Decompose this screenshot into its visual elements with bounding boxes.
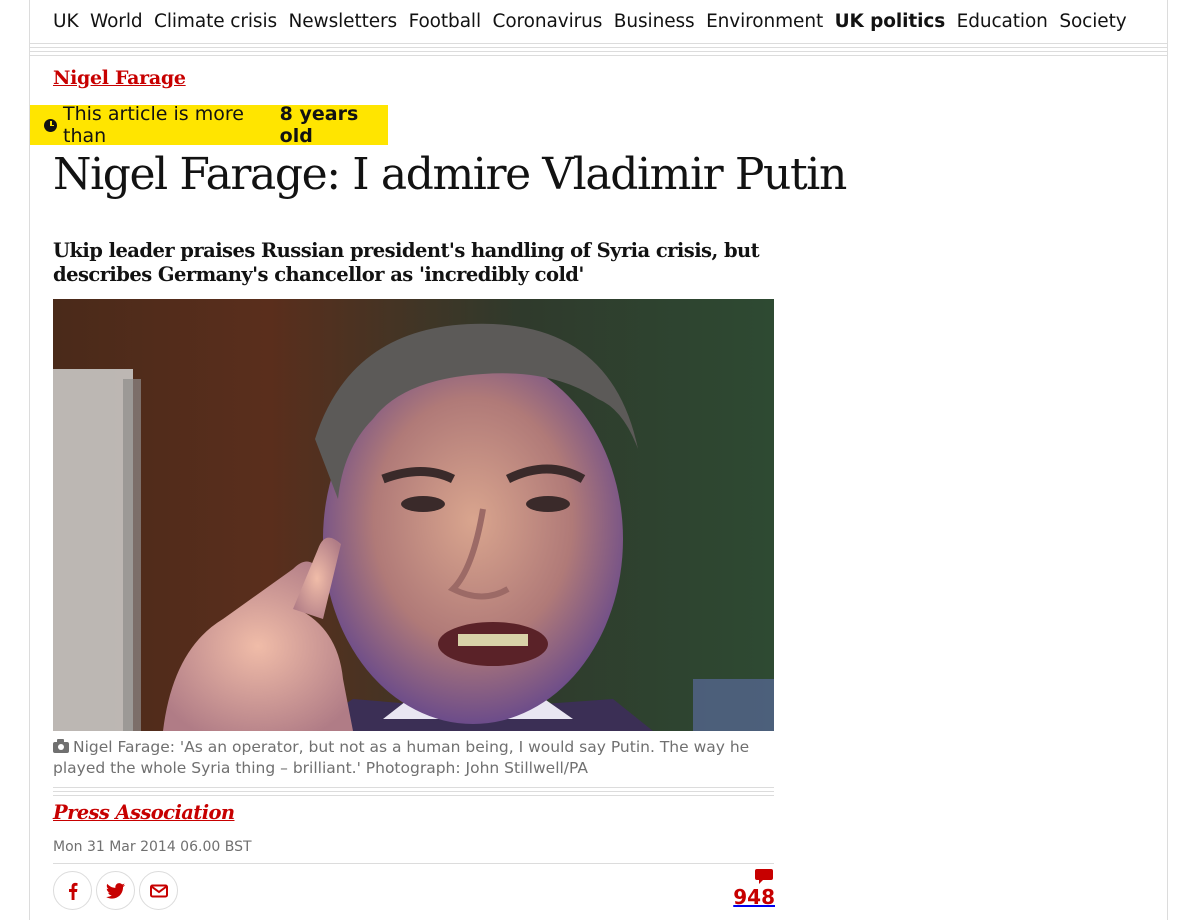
photo-caption: Nigel Farage: 'As an operator, but not a… xyxy=(53,737,775,779)
nav-item-climate-crisis[interactable]: Climate crisis xyxy=(154,11,277,32)
article-headline: Nigel Farage: I admire Vladimir Putin xyxy=(53,149,847,200)
facebook-icon xyxy=(68,882,77,900)
nav-item-football[interactable]: Football xyxy=(409,11,482,32)
article-byline[interactable]: Press Association xyxy=(53,801,235,824)
comment-count: 948 xyxy=(733,885,775,909)
byline-divider xyxy=(53,787,774,799)
nav-item-uk-politics[interactable]: UK politics xyxy=(835,11,946,32)
meta-divider xyxy=(53,863,774,864)
nav-item-business[interactable]: Business xyxy=(614,11,695,32)
photo-caption-text: Nigel Farage: 'As an operator, but not a… xyxy=(53,738,750,777)
comments-link[interactable]: 948 xyxy=(725,869,775,908)
nav-divider xyxy=(30,43,1167,59)
share-email-button[interactable] xyxy=(139,871,178,910)
nav-item-society[interactable]: Society xyxy=(1059,11,1126,32)
top-navigation: UK World Climate crisis Newsletters Foot… xyxy=(53,0,1138,42)
age-warning-prefix: This article is more than xyxy=(63,103,244,147)
nav-item-coronavirus[interactable]: Coronavirus xyxy=(493,11,603,32)
twitter-icon xyxy=(106,882,125,899)
email-icon xyxy=(149,884,168,897)
nav-item-world[interactable]: World xyxy=(90,11,143,32)
age-warning-age: 8 years old xyxy=(279,103,359,147)
share-buttons xyxy=(53,871,178,910)
article-photo xyxy=(53,299,774,731)
nav-item-environment[interactable]: Environment xyxy=(706,11,823,32)
share-facebook-button[interactable] xyxy=(53,871,92,910)
clock-icon xyxy=(44,118,57,132)
share-twitter-button[interactable] xyxy=(96,871,135,910)
article-age-warning: This article is more than 8 years old xyxy=(30,103,388,147)
article-standfirst: Ukip leader praises Russian president's … xyxy=(53,239,760,286)
camera-icon xyxy=(53,739,69,753)
comment-icon xyxy=(755,869,773,884)
nav-item-education[interactable]: Education xyxy=(957,11,1048,32)
nav-item-uk[interactable]: UK xyxy=(53,11,79,32)
nav-item-newsletters[interactable]: Newsletters xyxy=(289,11,398,32)
section-tag[interactable]: Nigel Farage xyxy=(53,67,186,89)
article-date: Mon 31 Mar 2014 06.00 BST xyxy=(53,839,252,855)
